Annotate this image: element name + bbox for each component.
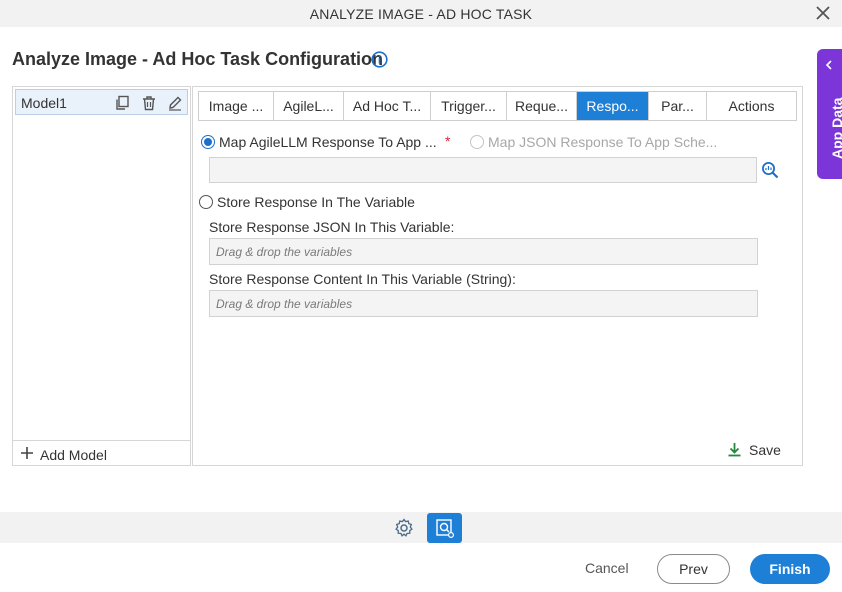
tab-trigger[interactable]: Trigger... <box>431 92 507 120</box>
info-icon[interactable] <box>371 51 388 68</box>
bottom-toolbar <box>0 512 842 543</box>
close-icon[interactable] <box>814 4 832 22</box>
json-variable-placeholder: Drag & drop the variables <box>216 245 353 259</box>
models-panel: Model1 Add Model <box>12 86 191 466</box>
cancel-button[interactable]: Cancel <box>585 560 629 576</box>
map-agilellm-response-label: Map AgileLLM Response To App ... <box>219 134 437 150</box>
tab-response[interactable]: Respo... <box>577 92 649 120</box>
tab-bar: Image ... AgileL... Ad Hoc T... Trigger.… <box>198 91 797 121</box>
store-response-radio[interactable] <box>199 195 213 209</box>
content-variable-dropzone[interactable]: Drag & drop the variables <box>209 290 758 317</box>
content-variable-placeholder: Drag & drop the variables <box>216 297 353 311</box>
model-name: Model1 <box>21 95 67 111</box>
add-model-label: Add Model <box>40 447 107 463</box>
tab-image[interactable]: Image ... <box>199 92 274 120</box>
add-model-button[interactable]: Add Model <box>13 440 190 465</box>
save-button[interactable]: Save <box>727 441 787 461</box>
download-icon <box>728 443 741 457</box>
edit-icon[interactable] <box>167 95 183 111</box>
tab-agilellm[interactable]: AgileL... <box>274 92 344 120</box>
tab-request[interactable]: Reque... <box>507 92 577 120</box>
json-variable-label: Store Response JSON In This Variable: <box>209 219 455 235</box>
configuration-panel: Image ... AgileL... Ad Hoc T... Trigger.… <box>192 86 803 466</box>
image-search-button[interactable] <box>427 513 462 543</box>
app-data-panel-toggle[interactable]: App Data <box>817 49 842 179</box>
finish-button[interactable]: Finish <box>750 554 830 584</box>
copy-icon[interactable] <box>114 95 130 111</box>
tab-parameters[interactable]: Par... <box>649 92 707 120</box>
chevron-left-icon <box>825 60 832 70</box>
tab-ad-hoc-task[interactable]: Ad Hoc T... <box>344 92 431 120</box>
app-data-label: App Data <box>829 97 842 159</box>
json-variable-dropzone[interactable]: Drag & drop the variables <box>209 238 758 265</box>
map-json-response-label: Map JSON Response To App Sche... <box>488 134 718 150</box>
map-json-response-radio[interactable] <box>470 135 484 149</box>
save-label: Save <box>749 442 781 458</box>
image-search-icon <box>436 519 454 538</box>
trash-icon[interactable] <box>141 95 157 111</box>
window-title: ANALYZE IMAGE - AD HOC TASK <box>309 6 533 22</box>
map-agilellm-response-radio[interactable] <box>201 135 215 149</box>
content-variable-label: Store Response Content In This Variable … <box>209 271 516 287</box>
page-title: Analyze Image - Ad Hoc Task Configuratio… <box>12 49 384 69</box>
prev-button[interactable]: Prev <box>657 554 730 584</box>
gear-icon[interactable] <box>394 518 414 538</box>
window-titlebar: ANALYZE IMAGE - AD HOC TASK <box>0 0 842 27</box>
model-list-item[interactable]: Model1 <box>15 89 188 115</box>
store-response-label: Store Response In The Variable <box>217 194 415 210</box>
plus-icon <box>21 447 33 459</box>
search-icon[interactable] <box>761 161 779 179</box>
tab-actions[interactable]: Actions <box>707 92 796 120</box>
app-schema-field[interactable] <box>209 157 757 183</box>
required-indicator: * <box>445 133 451 149</box>
